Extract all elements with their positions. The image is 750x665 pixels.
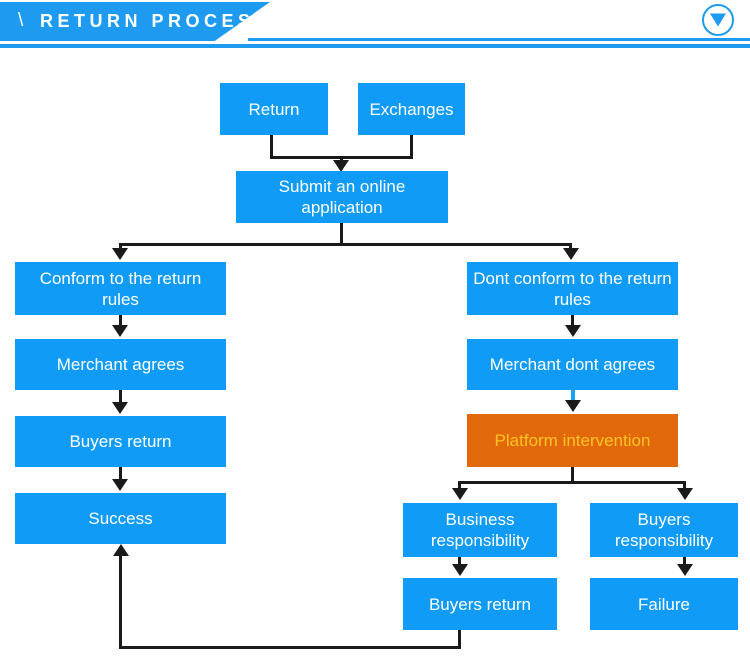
edge-platform-split-bar	[458, 481, 686, 484]
node-merchant-agrees[interactable]: Merchant agrees	[15, 339, 226, 390]
node-exchanges[interactable]: Exchanges	[358, 83, 465, 135]
edge-split-left-arrow	[112, 248, 128, 260]
edge-feedback-up	[119, 556, 122, 648]
header-rule-top	[248, 38, 750, 41]
edge-buyersresp-failure-arrow	[677, 564, 693, 576]
edge-platform-right-arrow	[677, 488, 693, 500]
edge-feedback-arrow	[113, 544, 129, 556]
node-buyers-responsibility[interactable]: Buyers responsibility	[590, 503, 738, 557]
edge-submit-down	[340, 223, 343, 245]
node-merchant-dont-agrees[interactable]: Merchant dont agrees	[467, 339, 678, 390]
edge-platform-left-arrow	[452, 488, 468, 500]
edge-buyers-success-arrow	[112, 479, 128, 491]
edge-dontconform-merchant-arrow	[565, 325, 581, 337]
page-header: \ RETURN PROCESS	[0, 0, 750, 48]
node-return[interactable]: Return	[220, 83, 328, 135]
node-buyers-return-right[interactable]: Buyers return	[403, 578, 557, 630]
edge-split-bar	[119, 243, 572, 246]
node-platform-intervention[interactable]: Platform intervention	[467, 414, 678, 467]
edge-conform-merchant-arrow	[112, 325, 128, 337]
triangle-down-icon[interactable]	[702, 4, 734, 36]
header-rule-bottom	[0, 44, 750, 48]
header-slash-mark: \	[18, 10, 25, 31]
edge-merchant-buyers-arrow	[112, 402, 128, 414]
node-conform-return-rules[interactable]: Conform to the return rules	[15, 262, 226, 315]
node-failure[interactable]: Failure	[590, 578, 738, 630]
return-process-flowchart-page: \ RETURN PROCESS Return Exchanges Submit…	[0, 0, 750, 665]
edge-feedback-bottom	[119, 646, 461, 649]
node-submit-application[interactable]: Submit an online application	[236, 171, 448, 223]
node-business-responsibility[interactable]: Business responsibility	[403, 503, 557, 557]
edge-split-right-arrow	[563, 248, 579, 260]
node-dont-conform-return-rules[interactable]: Dont conform to the return rules	[467, 262, 678, 315]
node-buyers-return-left[interactable]: Buyers return	[15, 416, 226, 467]
header-rule-mask	[0, 41, 248, 44]
edge-merchantdont-platform-arrow	[565, 400, 581, 412]
node-success[interactable]: Success	[15, 493, 226, 544]
triangle-down-glyph	[710, 13, 726, 27]
edge-business-buyersreturn-arrow	[452, 564, 468, 576]
page-title: RETURN PROCESS	[40, 11, 272, 31]
